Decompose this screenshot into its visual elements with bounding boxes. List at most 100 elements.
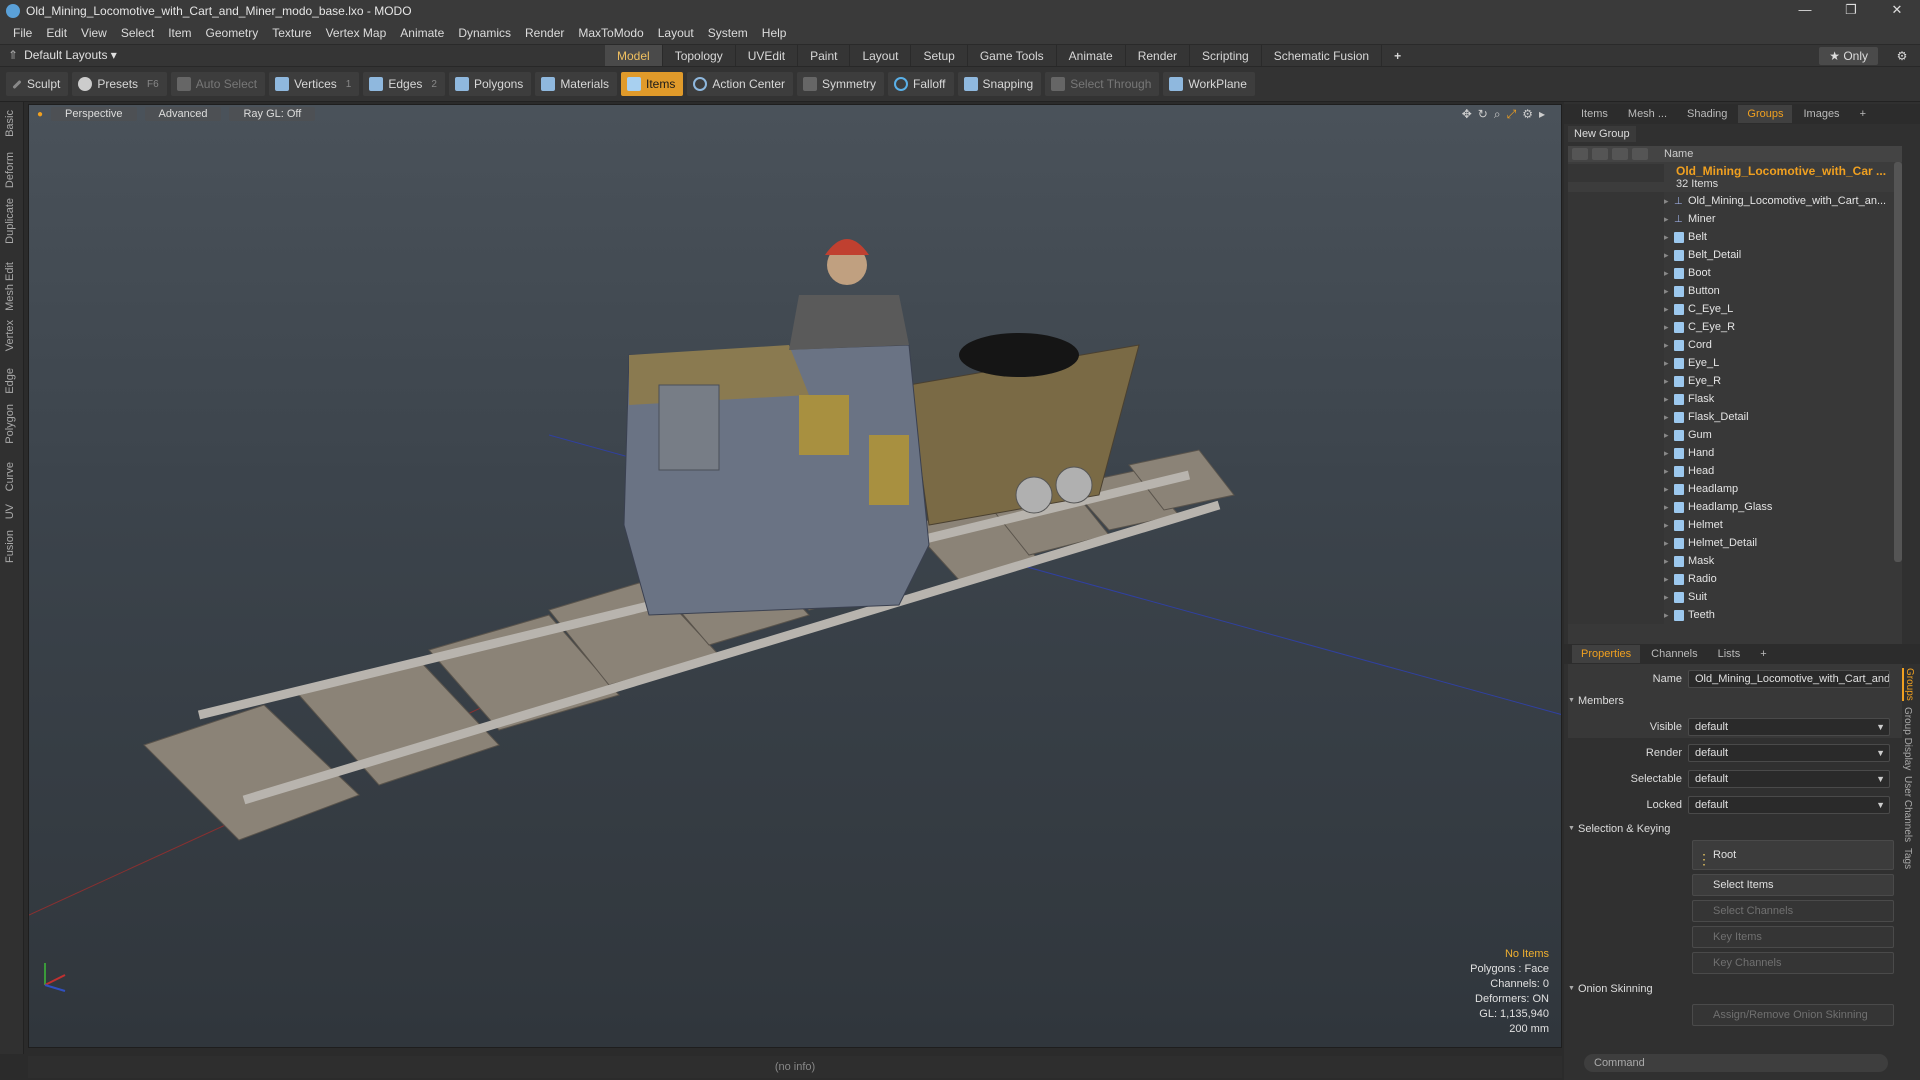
list-item[interactable]: ▸ Hand	[1568, 444, 1902, 462]
select-through-button[interactable]: Select Through	[1045, 72, 1160, 96]
shading-mode-button[interactable]: Advanced	[144, 107, 222, 121]
pan-icon[interactable]: ✥	[1462, 107, 1472, 122]
tab-layout[interactable]: Layout	[850, 45, 912, 67]
list-item[interactable]: ▸ Belt	[1568, 228, 1902, 246]
tab-channels[interactable]: Channels	[1642, 645, 1706, 663]
locked-dropdown[interactable]: default ▼	[1688, 796, 1890, 814]
menu-animate[interactable]: Animate	[393, 26, 451, 40]
select-channels-button[interactable]: Select Channels	[1692, 900, 1894, 922]
menu-edit[interactable]: Edit	[39, 26, 74, 40]
view-type-button[interactable]: Perspective	[51, 107, 137, 121]
list-item[interactable]: ▸ Gum	[1568, 426, 1902, 444]
polygons-button[interactable]: Polygons	[448, 72, 532, 96]
raygl-button[interactable]: Ray GL: Off	[229, 107, 316, 121]
left-tab-deform[interactable]: Deform	[4, 152, 20, 188]
left-tab-basic[interactable]: Basic	[4, 110, 20, 137]
falloff-button[interactable]: Falloff	[888, 72, 954, 96]
key-channels-button[interactable]: Key Channels	[1692, 952, 1894, 974]
close-button[interactable]: ✕	[1874, 0, 1920, 22]
sculpt-button[interactable]: Sculpt	[6, 72, 69, 96]
viewport-menu-icon[interactable]: ●	[37, 109, 43, 120]
tab-paint[interactable]: Paint	[798, 45, 851, 67]
tab-properties[interactable]: Properties	[1572, 645, 1641, 663]
minimize-button[interactable]: —	[1782, 0, 1828, 22]
list-item[interactable]: ▸ ⊥ Old_Mining_Locomotive_with_Cart_an...	[1568, 192, 1902, 210]
tab-lists[interactable]: Lists	[1709, 645, 1750, 663]
viewport-expand-icon[interactable]: ▸	[1539, 107, 1545, 122]
list-item[interactable]: ▸ Suit	[1568, 588, 1902, 606]
tab-animate[interactable]: Animate	[1057, 45, 1126, 67]
command-input[interactable]: Command	[1584, 1054, 1888, 1072]
tab-uvedit[interactable]: UVEdit	[736, 45, 799, 67]
new-group-button[interactable]: New Group	[1568, 126, 1636, 142]
side-tab-tags[interactable]: Tags	[1902, 848, 1913, 869]
list-item[interactable]: ▸ C_Eye_R	[1568, 318, 1902, 336]
tree-scrollbar[interactable]	[1894, 162, 1902, 562]
list-item[interactable]: ▸ Cord	[1568, 336, 1902, 354]
selection-keying-section[interactable]: Selection & Keying	[1568, 820, 1898, 838]
tab-mesh[interactable]: Mesh ...	[1619, 105, 1676, 123]
side-tab-user-channels[interactable]: User Channels	[1902, 776, 1913, 842]
tab-schematic-fusion[interactable]: Schematic Fusion	[1262, 45, 1383, 67]
tab-model[interactable]: Model	[605, 45, 663, 67]
menu-dynamics[interactable]: Dynamics	[451, 26, 518, 40]
side-tab-group-display[interactable]: Group Display	[1902, 707, 1913, 770]
render-column-icon[interactable]	[1592, 148, 1608, 160]
tab-images[interactable]: Images	[1794, 105, 1848, 123]
group-row[interactable]: Old_Mining_Locomotive_with_Car ... 32 It…	[1568, 162, 1902, 192]
list-item[interactable]: ▸ Head	[1568, 462, 1902, 480]
menu-render[interactable]: Render	[518, 26, 571, 40]
default-layouts-dropdown[interactable]: ⇑ Default Layouts ▾	[8, 48, 117, 62]
left-tab-mesh-edit[interactable]: Mesh Edit	[4, 262, 20, 311]
list-item[interactable]: ▸ Radio	[1568, 570, 1902, 588]
left-tab-fusion[interactable]: Fusion	[4, 530, 20, 563]
list-item[interactable]: ▸ Eye_L	[1568, 354, 1902, 372]
left-tab-edge[interactable]: Edge	[4, 368, 20, 394]
root-button[interactable]: ⋮ Root	[1692, 840, 1894, 870]
action-center-button[interactable]: Action Center	[687, 72, 794, 96]
snapping-button[interactable]: Snapping	[957, 72, 1042, 96]
render-dropdown[interactable]: default ▼	[1688, 744, 1890, 762]
onion-skinning-section[interactable]: Onion Skinning	[1568, 980, 1898, 998]
select-items-button[interactable]: Select Items	[1692, 874, 1894, 896]
tab-setup[interactable]: Setup	[911, 45, 968, 67]
left-tab-curve[interactable]: Curve	[4, 462, 20, 491]
list-item[interactable]: ▸ Helmet	[1568, 516, 1902, 534]
rotate-icon[interactable]: ↻	[1478, 107, 1488, 122]
onion-skinning-button[interactable]: Assign/Remove Onion Skinning	[1692, 1004, 1894, 1026]
maximize-button[interactable]: ❐	[1828, 0, 1874, 22]
list-item[interactable]: ▸ Belt_Detail	[1568, 246, 1902, 264]
left-tab-polygon[interactable]: Polygon	[4, 404, 20, 444]
list-item[interactable]: ▸ Flask	[1568, 390, 1902, 408]
list-item[interactable]: ▸ Button	[1568, 282, 1902, 300]
add-properties-tab-button[interactable]: +	[1751, 645, 1775, 663]
viewport-settings-icon[interactable]: ⚙	[1522, 107, 1533, 122]
tab-scripting[interactable]: Scripting	[1190, 45, 1262, 67]
add-tab-button[interactable]: +	[1382, 45, 1413, 67]
left-tab-duplicate[interactable]: Duplicate	[4, 198, 20, 244]
list-item[interactable]: ▸ Boot	[1568, 264, 1902, 282]
auto-select-button[interactable]: Auto Select	[170, 72, 266, 96]
menu-vertex-map[interactable]: Vertex Map	[319, 26, 394, 40]
vertices-button[interactable]: Vertices 1	[269, 72, 360, 96]
menu-texture[interactable]: Texture	[265, 26, 318, 40]
list-item[interactable]: ▸ C_Eye_L	[1568, 300, 1902, 318]
list-item[interactable]: ▸ Eye_R	[1568, 372, 1902, 390]
list-item[interactable]: ▸ Mask	[1568, 552, 1902, 570]
presets-button[interactable]: Presets F6	[72, 72, 167, 96]
menu-help[interactable]: Help	[755, 26, 794, 40]
fit-icon[interactable]: ⤢	[1507, 107, 1517, 122]
add-panel-tab-button[interactable]: +	[1851, 105, 1875, 123]
name-field[interactable]: Old_Mining_Locomotive_with_Cart_and	[1688, 670, 1890, 688]
only-button[interactable]: ★ Only	[1819, 47, 1878, 65]
select-column-icon[interactable]	[1632, 148, 1648, 160]
name-column-header[interactable]: Name	[1664, 148, 1693, 160]
gear-icon[interactable]: ⚙	[1894, 48, 1910, 64]
left-tab-uv[interactable]: UV	[4, 504, 20, 519]
list-item[interactable]: ▸ ⊥ Miner	[1568, 210, 1902, 228]
tab-render[interactable]: Render	[1126, 45, 1191, 67]
materials-button[interactable]: Materials	[535, 72, 617, 96]
left-tab-vertex[interactable]: Vertex	[4, 320, 20, 351]
list-item[interactable]: ▸ Helmet_Detail	[1568, 534, 1902, 552]
lock-column-icon[interactable]	[1612, 148, 1628, 160]
